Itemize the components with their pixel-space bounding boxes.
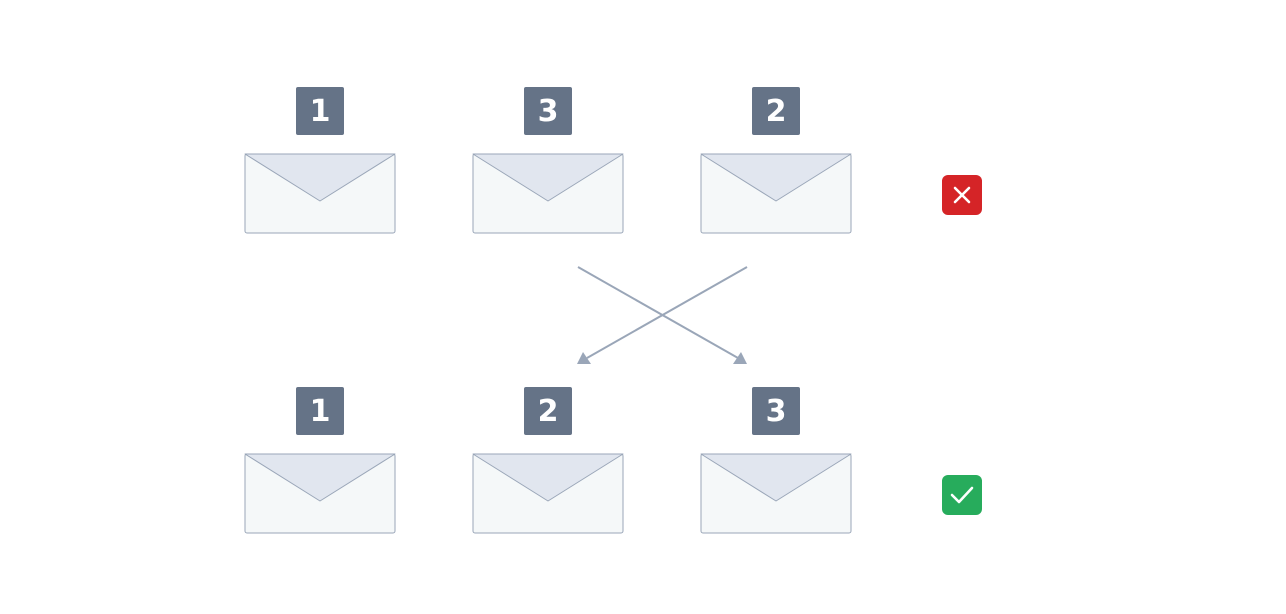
check-icon [950,486,974,504]
number-badge: 1 [296,387,344,435]
number-badge: 2 [524,387,572,435]
envelope-icon [472,453,624,534]
correct-status-badge [942,475,982,515]
envelope-icon [700,453,852,534]
arrow-head [733,352,747,364]
arrow-line [577,266,739,359]
arrow-line [586,266,748,359]
swap-arrows [577,266,748,364]
envelope-icon [244,453,396,534]
number-badge: 3 [752,387,800,435]
